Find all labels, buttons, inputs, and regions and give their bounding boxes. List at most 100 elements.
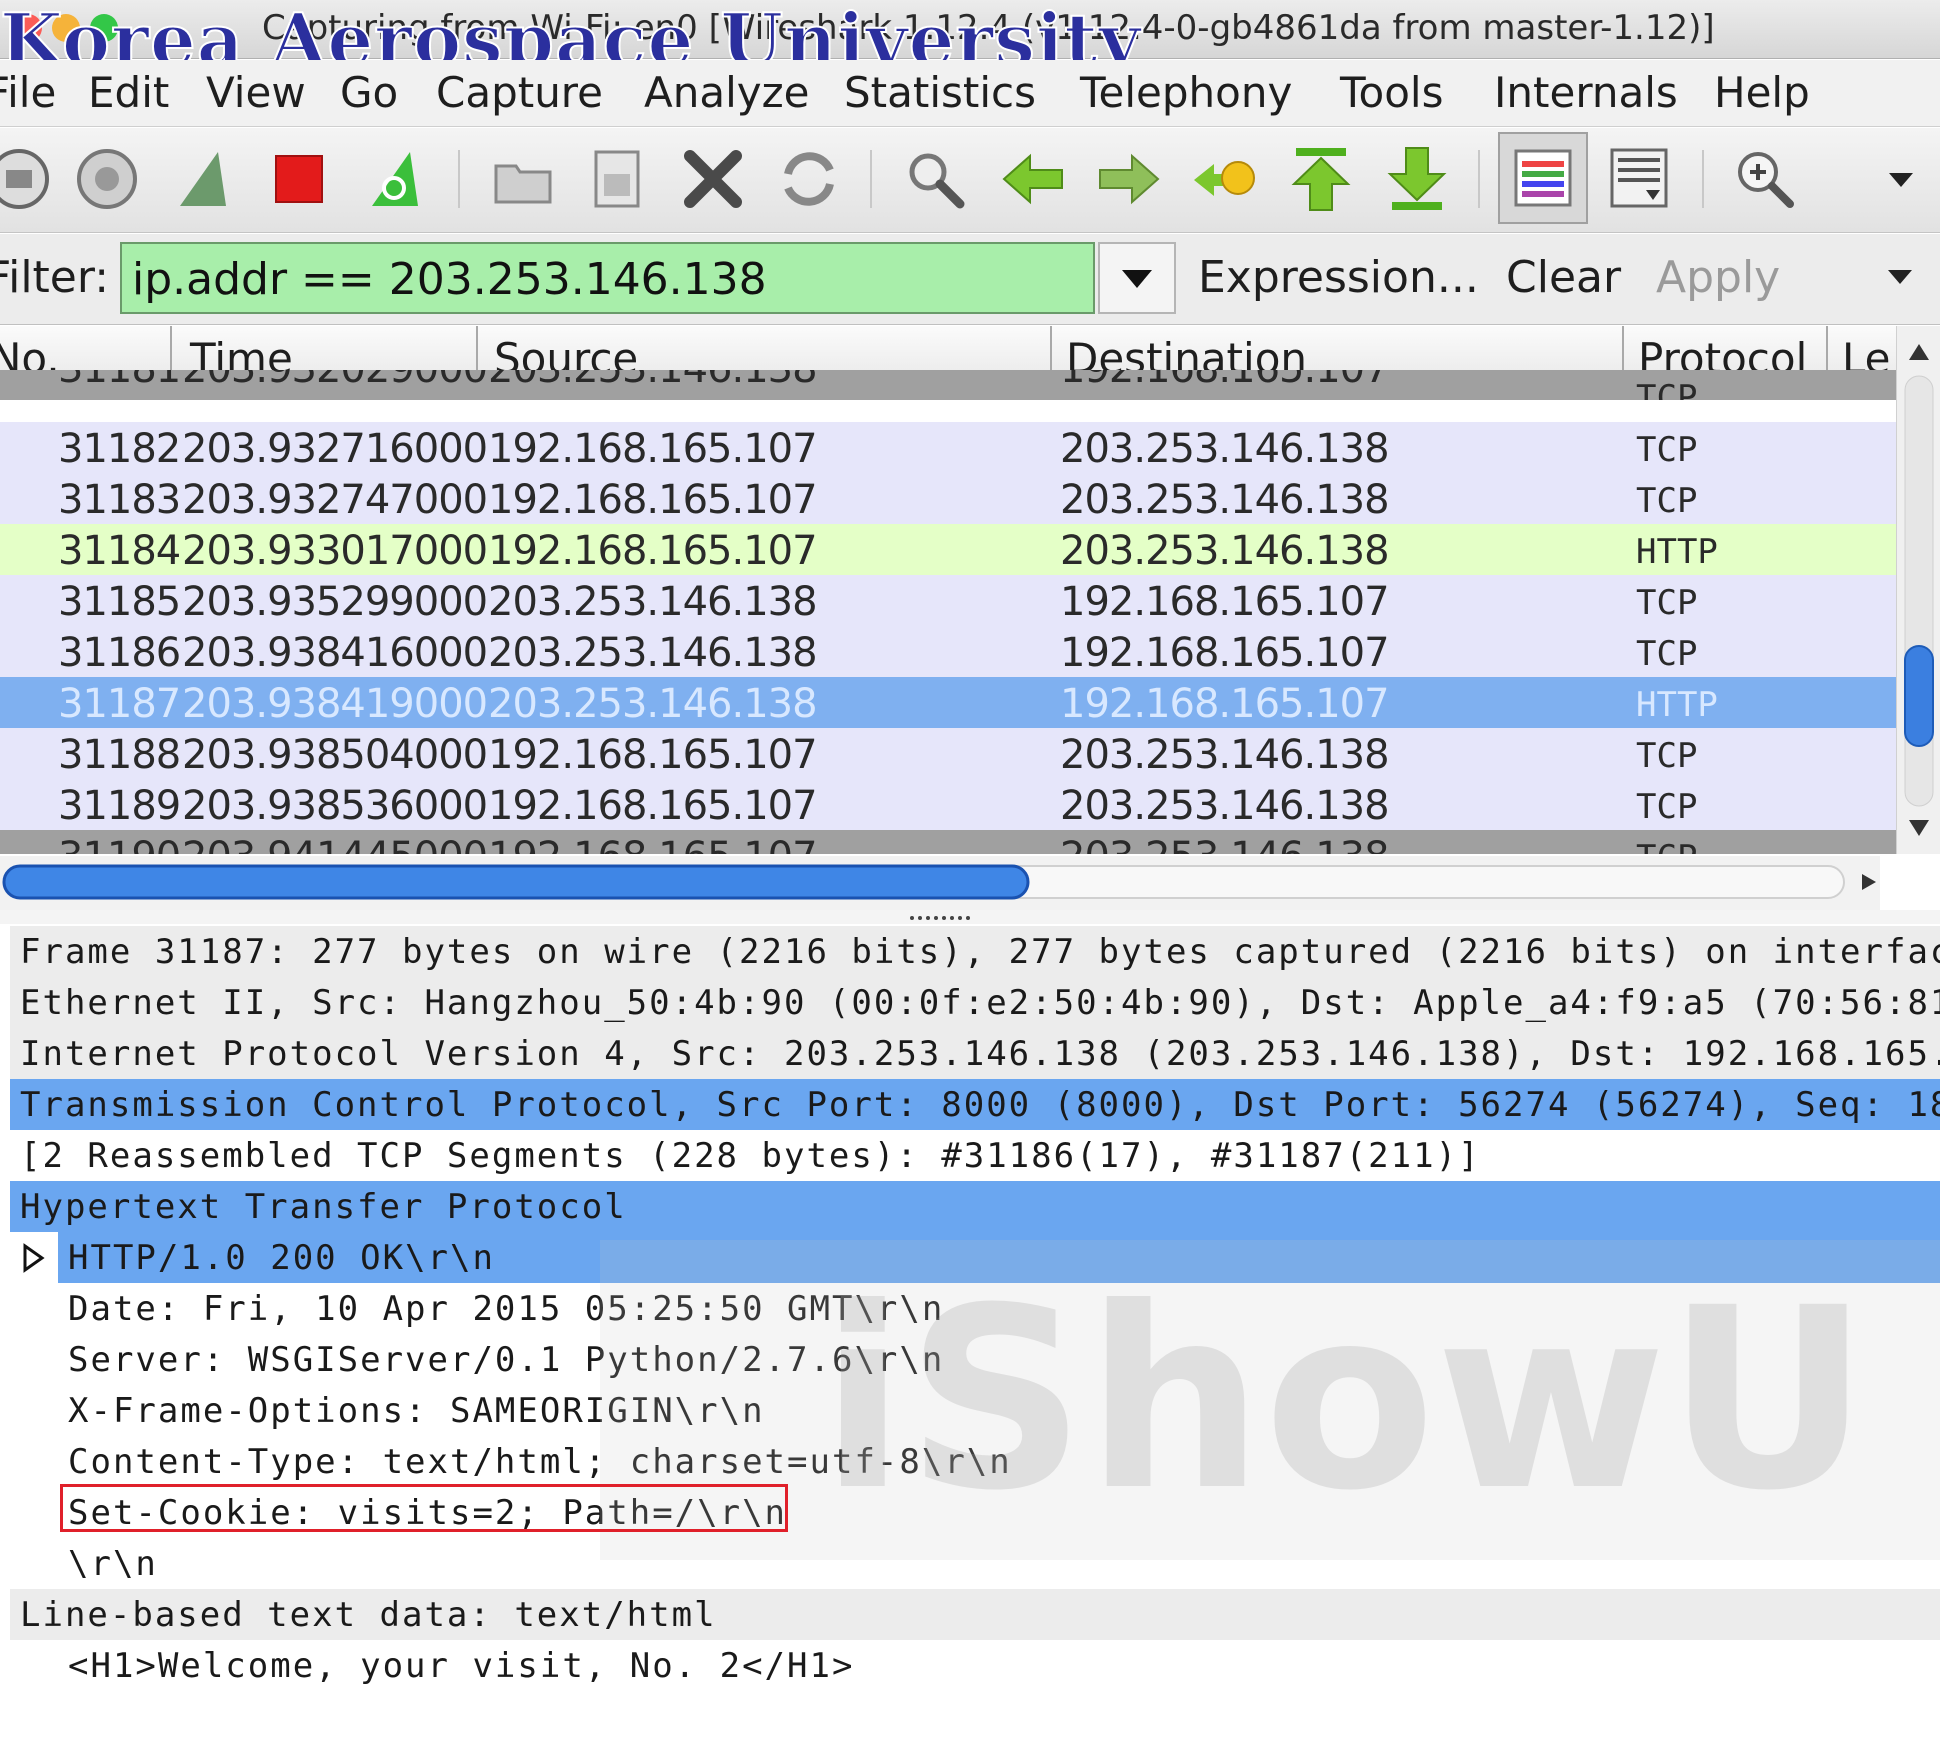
menu-capture[interactable]: Capture — [436, 68, 603, 117]
open-file-icon[interactable] — [484, 140, 562, 218]
toolbar-separator — [870, 150, 872, 208]
apply-filter-button[interactable]: Apply — [1656, 252, 1780, 303]
packet-no-cell: 31185 — [58, 579, 181, 625]
find-packet-icon[interactable] — [896, 140, 974, 218]
detail-text: <H1>Welcome, your visit, No. 2</H1> — [68, 1646, 855, 1686]
packet-list[interactable]: No. Time Source Destination Protocol Le … — [0, 326, 1896, 854]
packet-row[interactable]: 31185 203.935299000 203.253.146.138 192.168… — [0, 575, 1896, 626]
packet-row-selected[interactable]: 31187 203.938419000 203.253.146.138 192.168… — [0, 677, 1896, 728]
pane-splitter[interactable] — [0, 910, 1940, 924]
packet-protocol-cell: TCP — [1636, 838, 1697, 854]
packet-destination-cell: 192.168.165.107 — [1060, 370, 1390, 392]
packet-list-vertical-scrollbar[interactable] — [1896, 326, 1940, 854]
detail-tree-item[interactable]: Hypertext Transfer Protocol — [10, 1181, 1940, 1232]
interface-list-icon[interactable] — [0, 140, 58, 218]
packet-source-cell: 192.168.165.107 — [488, 477, 818, 523]
packet-row[interactable]: 31182 203.932716000 192.168.165.107 203.253… — [0, 422, 1896, 473]
detail-tree-item[interactable]: Line-based text data: text/html — [10, 1589, 1940, 1640]
chevron-down-icon[interactable] — [1880, 256, 1920, 300]
go-first-icon[interactable] — [1282, 140, 1360, 218]
detail-text: Internet Protocol Version 4, Src: 203.25… — [20, 1034, 1940, 1074]
packet-source-cell: 192.168.165.107 — [488, 528, 818, 574]
packet-row[interactable]: 31190203.941445000192.168.165.107 203.253… — [0, 830, 1896, 854]
packet-protocol-cell: TCP — [1636, 634, 1698, 674]
packet-destination-cell: 203.253.146.138 — [1060, 528, 1390, 574]
go-to-packet-icon[interactable] — [1186, 140, 1264, 218]
filter-toolbar: Filter: ip.addr == 203.253.146.138 Expre… — [0, 234, 1940, 325]
display-filter-input[interactable]: ip.addr == 203.253.146.138 — [120, 242, 1095, 314]
detail-tree-item[interactable]: Ethernet II, Src: Hangzhou_50:4b:90 (00:… — [10, 977, 1940, 1028]
clear-filter-button[interactable]: Clear — [1506, 252, 1621, 303]
packet-time-cell: 203.938416000 — [182, 630, 488, 676]
packet-no-cell: 31187 — [58, 681, 181, 727]
chevron-down-icon — [1122, 270, 1152, 288]
packet-time-cell: 203.938536000 — [182, 783, 488, 829]
packet-source-cell: 203.253.146.138 — [488, 370, 818, 392]
packet-no-cell: 31184 — [58, 528, 181, 574]
zoom-in-icon[interactable] — [1726, 140, 1804, 218]
detail-tree-item[interactable]: Frame 31187: 277 bytes on wire (2216 bit… — [10, 926, 1940, 977]
menu-telephony[interactable]: Telephony — [1080, 68, 1292, 117]
packet-destination-cell: 203.253.146.138 — [1060, 426, 1390, 472]
packet-no-cell: 31186 — [58, 630, 181, 676]
packet-destination-cell: 203.253.146.138 — [1060, 477, 1390, 523]
restart-capture-icon[interactable] — [356, 140, 434, 218]
toolbar-separator — [458, 150, 460, 208]
detail-tree-item[interactable]: [2 Reassembled TCP Segments (228 bytes):… — [0, 1130, 1940, 1181]
detail-text: Line-based text data: text/html — [20, 1595, 717, 1635]
packet-row[interactable]: 31188 203.938504000 192.168.165.107 203.253… — [0, 728, 1896, 779]
stop-capture-icon[interactable] — [260, 140, 338, 218]
menu-file[interactable]: File — [0, 68, 56, 117]
capture-options-icon[interactable] — [68, 140, 146, 218]
close-file-icon[interactable] — [674, 140, 752, 218]
save-file-icon[interactable] — [578, 140, 656, 218]
detail-text: Frame 31187: 277 bytes on wire (2216 bit… — [20, 932, 1940, 972]
start-capture-icon[interactable] — [164, 140, 242, 218]
packet-time-cell: 203.938419000 — [182, 681, 488, 727]
packet-source-cell: 203.253.146.138 — [488, 579, 818, 625]
packet-row[interactable]: 31186 203.938416000 203.253.146.138 192.168… — [0, 626, 1896, 677]
packet-protocol-cell: TCP — [1636, 378, 1698, 400]
packet-source-cell: 192.168.165.107 — [488, 834, 818, 854]
detail-tree-item[interactable]: Transmission Control Protocol, Src Port:… — [10, 1079, 1940, 1130]
title-bar: Capturing from Wi-Fi: en0 [Wireshark 1.1… — [0, 0, 1940, 81]
packet-row[interactable]: 31181203.932029000203.253.146.138 192.168… — [0, 370, 1896, 400]
detail-text: Transmission Control Protocol, Src Port:… — [20, 1085, 1940, 1125]
expression-button[interactable]: Expression... — [1198, 252, 1479, 303]
packet-time-cell: 203.935299000 — [182, 579, 488, 625]
menu-view[interactable]: View — [206, 68, 306, 117]
detail-tree-item[interactable]: <H1>Welcome, your visit, No. 2</H1> — [0, 1640, 1940, 1691]
menu-internals[interactable]: Internals — [1494, 68, 1678, 117]
menu-analyze[interactable]: Analyze — [644, 68, 810, 117]
go-last-icon[interactable] — [1378, 140, 1456, 218]
packet-list-horizontal-scrollbar[interactable] — [0, 856, 1880, 910]
packet-time-cell: 203.941445000 — [182, 834, 488, 854]
menu-tools[interactable]: Tools — [1340, 68, 1443, 117]
autoscroll-icon[interactable] — [1600, 140, 1678, 218]
packet-protocol-cell: TCP — [1636, 481, 1698, 521]
expand-triangle-icon[interactable] — [22, 1242, 46, 1282]
packet-no-cell: 31190 — [58, 834, 181, 854]
packet-row[interactable]: 31184 203.933017000 192.168.165.107 203.253… — [0, 524, 1896, 575]
detail-tree-item[interactable]: Internet Protocol Version 4, Src: 203.25… — [10, 1028, 1940, 1079]
reload-icon[interactable] — [770, 140, 848, 218]
packet-protocol-cell: TCP — [1636, 787, 1698, 827]
recorder-watermark: iShowU HD — [600, 1240, 1940, 1560]
packet-destination-cell: 203.253.146.138 — [1060, 732, 1390, 778]
toolbar-overflow-chevron-icon[interactable] — [1862, 140, 1940, 218]
menu-go[interactable]: Go — [340, 68, 398, 117]
packet-source-cell: 203.253.146.138 — [488, 681, 818, 727]
packet-row[interactable]: 31189 203.938536000 192.168.165.107 203.253… — [0, 779, 1896, 830]
go-back-icon[interactable] — [994, 140, 1072, 218]
go-forward-icon[interactable] — [1090, 140, 1168, 218]
packet-source-cell: 192.168.165.107 — [488, 783, 818, 829]
colorize-icon[interactable] — [1498, 132, 1588, 224]
menu-help[interactable]: Help — [1714, 68, 1810, 117]
menu-statistics[interactable]: Statistics — [844, 68, 1036, 117]
packet-row[interactable]: 31183 203.932747000 192.168.165.107 203.253… — [0, 473, 1896, 524]
packet-no-cell: 31188 — [58, 732, 181, 778]
filter-history-dropdown[interactable] — [1098, 242, 1176, 314]
packet-protocol-cell: HTTP — [1636, 685, 1718, 725]
packet-protocol-cell: TCP — [1636, 736, 1698, 776]
menu-edit[interactable]: Edit — [88, 68, 169, 117]
